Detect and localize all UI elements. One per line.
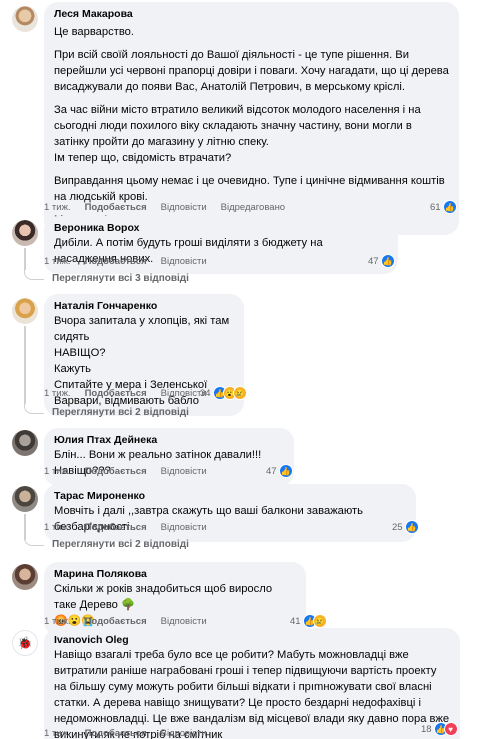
comment-bubble: Ivanovich Oleg Навіщо взагалі треба було…	[44, 628, 460, 739]
comment-timestamp[interactable]: 1 тиж.	[44, 256, 71, 267]
reaction-summary[interactable]: 34 👍 😮 😢	[200, 386, 247, 400]
comment-author[interactable]: Марина Полякова	[54, 567, 296, 581]
thumbs-up-icon: 👍	[278, 464, 293, 478]
like-button[interactable]: Подобається	[85, 388, 147, 399]
reply-button[interactable]: Відповісти	[161, 522, 207, 533]
comment-author[interactable]: Леся Макарова	[54, 7, 449, 21]
comment-actions: 1 тиж. Подобається Відповісти	[44, 616, 207, 627]
avatar[interactable]: 🐞	[12, 630, 38, 656]
comment-author[interactable]: Юлия Птах Дейнека	[54, 433, 284, 447]
like-button[interactable]: Подобається	[85, 466, 147, 477]
reaction-icons: 👍 😢	[302, 614, 327, 628]
avatar[interactable]	[12, 486, 38, 512]
view-replies-link[interactable]: Переглянути всі 3 відповіді	[24, 269, 189, 284]
reaction-summary[interactable]: 61 👍	[430, 200, 457, 214]
reaction-summary[interactable]: 18 👍 ♥	[421, 722, 458, 736]
like-button[interactable]: Подобається	[85, 522, 147, 533]
thumbs-up-icon: 👍	[380, 254, 395, 268]
comment-timestamp[interactable]: 1 тиж.	[44, 522, 71, 533]
view-replies-link[interactable]: Переглянути всі 2 відповіді	[24, 403, 189, 418]
thumbs-up-icon: 👍	[404, 520, 419, 534]
comment-author[interactable]: Вероника Ворох	[54, 221, 388, 235]
thread-connector	[24, 535, 44, 546]
reaction-summary[interactable]: 47 👍	[368, 254, 395, 268]
avatar[interactable]	[12, 430, 38, 456]
comment-timestamp[interactable]: 1 тиж.	[44, 728, 71, 739]
like-button[interactable]: Подобається	[85, 728, 147, 739]
comment-bubble: Юлия Птах Дейнека Блін... Вони ж реально…	[44, 428, 294, 486]
like-button[interactable]: Подобається	[85, 202, 147, 213]
reply-button[interactable]: Відповісти	[161, 466, 207, 477]
comment-bubble: Леся Макарова Це варварство. При всій св…	[44, 2, 459, 235]
reply-button[interactable]: Відповісти	[161, 616, 207, 627]
comment-actions: 1 тиж. Подобається Відповісти	[44, 728, 207, 739]
reply-button[interactable]: Відповісти	[161, 256, 207, 267]
reaction-count: 61	[430, 201, 441, 213]
thread-line	[24, 514, 26, 540]
comment-author[interactable]: Ivanovich Oleg	[54, 633, 450, 647]
avatar-icon: 🐞	[17, 636, 33, 650]
heart-icon: ♥	[443, 722, 458, 736]
thread-line	[24, 326, 26, 404]
reaction-summary[interactable]: 25 👍	[392, 520, 419, 534]
thread-line	[24, 248, 26, 270]
comment-actions: 1 тиж. Подобається Відповісти Відредагов…	[44, 202, 285, 213]
view-replies-label: Переглянути всі 2 відповіді	[52, 539, 189, 550]
reaction-icons: 👍 ♥	[433, 722, 458, 736]
thread-connector	[24, 403, 44, 414]
avatar[interactable]	[12, 6, 38, 32]
reply-button[interactable]: Відповісти	[161, 728, 207, 739]
comment-text: При всій своїй лояльності до Вашої діяль…	[54, 49, 449, 93]
comment-text: Навіщо взагалі треба було все це робити?…	[54, 649, 450, 739]
reply-button[interactable]: Відповісти	[161, 202, 207, 213]
reaction-count: 41	[290, 615, 301, 627]
reaction-icons: 👍 😮 😢	[212, 386, 247, 400]
view-replies-label: Переглянути всі 2 відповіді	[52, 407, 189, 418]
comment-text: За час війни місто втратило великий відс…	[54, 104, 421, 164]
reaction-count: 25	[392, 521, 403, 533]
comment-timestamp[interactable]: 1 тиж.	[44, 202, 71, 213]
comment-author[interactable]: Наталія Гончаренко	[54, 299, 234, 313]
avatar[interactable]	[12, 220, 38, 246]
edited-label: Відредаговано	[220, 202, 286, 213]
reply-button[interactable]: Відповісти	[161, 388, 207, 399]
view-replies-label: Переглянути всі 3 відповіді	[52, 273, 189, 284]
comment-timestamp[interactable]: 1 тиж.	[44, 616, 71, 627]
sad-icon: 😢	[312, 614, 327, 628]
like-button[interactable]: Подобається	[85, 616, 147, 627]
comment-timestamp[interactable]: 1 тиж.	[44, 388, 71, 399]
reaction-summary[interactable]: 41 👍 😢	[290, 614, 327, 628]
view-replies-link[interactable]: Переглянути всі 2 відповіді	[24, 535, 189, 550]
thread-connector	[24, 269, 44, 280]
comment-text: Виправдання цьому немає і це очевидно. Т…	[54, 175, 445, 203]
comment-text: Скільки ж років знадобиться щоб виросло …	[54, 583, 273, 611]
reaction-count: 18	[421, 723, 432, 735]
comment-actions: 1 тиж. Подобається Відповісти	[44, 388, 207, 399]
comment-actions: 1 тиж. Подобається Відповісти	[44, 256, 207, 267]
comment-bubble: Тарас Мироненко Мовчіть і далі ,,завтра …	[44, 484, 416, 542]
comment-author[interactable]: Тарас Мироненко	[54, 489, 406, 503]
comment-actions: 1 тиж. Подобається Відповісти	[44, 466, 207, 477]
reaction-summary[interactable]: 47 👍	[266, 464, 293, 478]
comment-timestamp[interactable]: 1 тиж.	[44, 466, 71, 477]
thumbs-up-icon: 👍	[442, 200, 457, 214]
avatar[interactable]	[12, 564, 38, 590]
comment-actions: 1 тиж. Подобається Відповісти	[44, 522, 207, 533]
avatar[interactable]	[12, 298, 38, 324]
like-button[interactable]: Подобається	[85, 256, 147, 267]
sad-icon: 😢	[232, 386, 247, 400]
reaction-count: 47	[368, 255, 379, 267]
reaction-count: 47	[266, 465, 277, 477]
comment-text: Це варварство.	[54, 26, 134, 38]
